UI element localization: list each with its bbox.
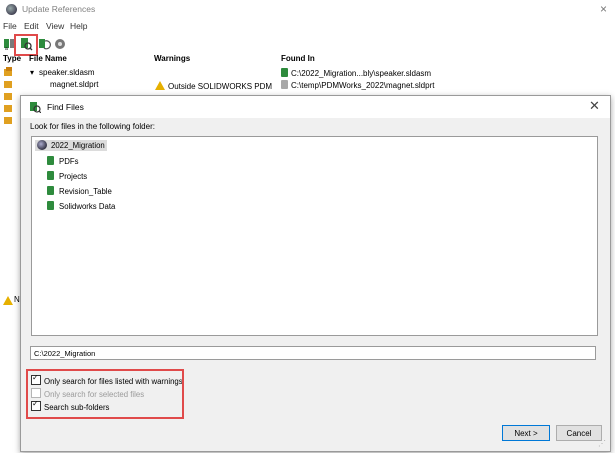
tree-item-projects[interactable]: Projects bbox=[47, 171, 87, 181]
folder-label: Look for files in the following folder: bbox=[30, 122, 155, 131]
folder-tree-box[interactable]: 2022_Migration PDFs Projects Revision_Ta… bbox=[31, 136, 598, 336]
dialog-titlebar: Find Files ✕ bbox=[21, 96, 610, 118]
row-file-name: speaker.sldasm bbox=[39, 68, 95, 77]
back-window-titlebar: Update References × bbox=[0, 0, 615, 20]
column-found-in[interactable]: Found In bbox=[281, 54, 315, 63]
toolbar-highlight-box bbox=[14, 34, 38, 56]
part-icon bbox=[4, 117, 12, 124]
column-headers: Type File Name Warnings Found In bbox=[0, 54, 615, 66]
cancel-button[interactable]: Cancel bbox=[556, 425, 602, 441]
tree-item-revision-table[interactable]: Revision_Table bbox=[47, 186, 112, 196]
tree-item-pdfs[interactable]: PDFs bbox=[47, 156, 79, 166]
status-warning: N bbox=[3, 295, 20, 307]
tree-item-solidworks-data[interactable]: Solidworks Data bbox=[47, 201, 115, 211]
green-file-icon bbox=[281, 68, 288, 77]
gray-file-icon bbox=[281, 80, 288, 89]
part-icon bbox=[4, 105, 12, 112]
row-expander[interactable]: ▾ bbox=[30, 68, 34, 77]
row-found-in: C:\2022_Migration...bly\speaker.sldasm bbox=[281, 68, 431, 78]
vault-icon bbox=[37, 140, 47, 150]
folder-icon bbox=[47, 171, 54, 180]
row-warning: Outside SOLIDWORKS PDM bbox=[155, 80, 272, 91]
column-warnings[interactable]: Warnings bbox=[154, 54, 190, 63]
warning-icon bbox=[155, 81, 165, 90]
reference-list: ▾ speaker.sldasm C:\2022_Migration...bly… bbox=[0, 68, 615, 94]
find-files-icon bbox=[30, 102, 41, 113]
folder-icon bbox=[47, 156, 54, 165]
folder-icon bbox=[47, 201, 54, 210]
folder-path-input[interactable] bbox=[30, 346, 596, 360]
resize-grip[interactable]: ⋰ bbox=[598, 439, 607, 448]
menu-help[interactable]: Help bbox=[70, 21, 87, 31]
menu-file[interactable]: File bbox=[3, 21, 17, 31]
menu-edit[interactable]: Edit bbox=[24, 21, 39, 31]
settings-icon[interactable] bbox=[53, 37, 67, 51]
toolbar: a bbox=[0, 34, 80, 56]
row-found-in: C:\temp\PDMWorks_2022\magnet.sldprt bbox=[281, 80, 434, 90]
options-highlight-box bbox=[26, 369, 184, 419]
tree-root-2022-migration[interactable]: 2022_Migration bbox=[35, 140, 107, 151]
app-icon bbox=[6, 4, 17, 15]
back-window-close-button[interactable]: × bbox=[600, 2, 607, 16]
menu-view[interactable]: View bbox=[46, 21, 64, 31]
row-file-name: magnet.sldprt bbox=[50, 80, 99, 89]
svg-text:a: a bbox=[5, 46, 8, 51]
folder-icon bbox=[47, 186, 54, 195]
back-window-title: Update References bbox=[22, 4, 96, 14]
refresh-icon[interactable] bbox=[37, 37, 51, 51]
next-button[interactable]: Next > bbox=[502, 425, 550, 441]
warning-icon bbox=[3, 296, 13, 305]
find-files-dialog: Find Files ✕ Look for files in the follo… bbox=[20, 95, 611, 452]
table-row[interactable]: ▾ speaker.sldasm C:\2022_Migration...bly… bbox=[0, 68, 615, 79]
column-type[interactable]: Type bbox=[3, 54, 21, 63]
column-file-name[interactable]: File Name bbox=[29, 54, 67, 63]
dialog-close-button[interactable]: ✕ bbox=[589, 98, 600, 114]
dialog-title: Find Files bbox=[47, 102, 84, 112]
table-row[interactable]: magnet.sldprt Outside SOLIDWORKS PDM C:\… bbox=[0, 80, 615, 91]
